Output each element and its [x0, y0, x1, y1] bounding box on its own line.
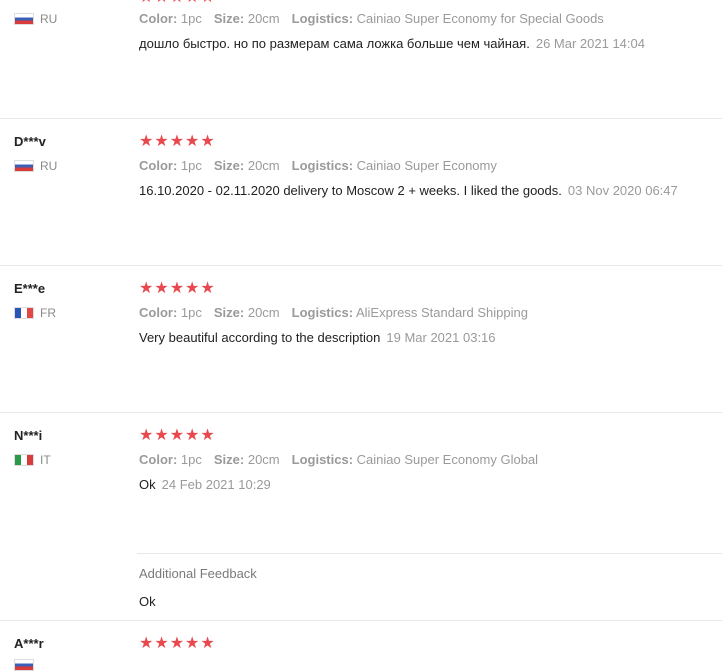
buyer-country: RU	[14, 12, 57, 26]
size-value: 20cm	[247, 452, 280, 467]
logistics-label: Logistics:	[291, 158, 354, 173]
france-flag-icon	[14, 307, 34, 319]
additional-feedback-divider	[137, 553, 722, 554]
rating-stars: ★★★★★	[139, 427, 216, 444]
color-value: 1pc	[180, 11, 202, 26]
buyer-country: FR	[14, 306, 56, 320]
color-value: 1pc	[180, 452, 202, 467]
color-label: Color:	[139, 158, 178, 173]
country-code: FR	[40, 306, 56, 320]
review-content: дошло быстро. но по размерам сама ложка …	[139, 36, 645, 51]
additional-feedback-title: Additional Feedback	[139, 566, 257, 581]
size-label: Size:	[213, 11, 245, 26]
review-text: 16.10.2020 - 02.11.2020 delivery to Mosc…	[139, 183, 562, 198]
review-content: Ok 24 Feb 2021 10:29	[139, 477, 271, 492]
flag-icon	[14, 659, 34, 671]
size-label: Size:	[213, 452, 245, 467]
review-text: дошло быстро. но по размерам сама ложка …	[139, 36, 530, 51]
sku-info: Color: 1pc Size: 20cm Logistics: AliExpres…	[139, 305, 528, 320]
review-time: 24 Feb 2021 10:29	[161, 477, 271, 492]
review-content: Very beautiful according to the descript…	[139, 330, 496, 345]
logistics-label: Logistics:	[291, 11, 354, 26]
color-label: Color:	[139, 305, 178, 320]
review-text: Ok	[139, 477, 156, 492]
logistics-value: Cainiao Super Economy Global	[356, 452, 539, 467]
size-label: Size:	[213, 158, 245, 173]
russia-flag-icon	[14, 160, 34, 172]
review-time: 03 Nov 2020 06:47	[567, 183, 678, 198]
color-value: 1pc	[180, 158, 202, 173]
buyer-name: D***v	[14, 134, 46, 149]
color-label: Color:	[139, 11, 178, 26]
review-time: 26 Mar 2021 14:04	[535, 36, 645, 51]
size-value: 20cm	[247, 158, 280, 173]
buyer-country: RU	[14, 159, 57, 173]
color-value: 1pc	[180, 305, 202, 320]
buyer-name: E***e	[14, 281, 46, 296]
rating-stars: ★★★★★	[139, 0, 216, 6]
buyer-name: N***i	[14, 428, 43, 443]
russia-flag-icon	[14, 13, 34, 25]
review-text: Very beautiful according to the descript…	[139, 330, 381, 345]
country-code: RU	[40, 159, 58, 173]
size-label: Size:	[213, 305, 245, 320]
size-value: 20cm	[247, 11, 280, 26]
sku-info: Color: 1pc Size: 20cm Logistics: Cainiao S…	[139, 452, 538, 467]
italy-flag-icon	[14, 454, 34, 466]
rating-stars: ★★★★★	[139, 133, 216, 150]
review-time: 19 Mar 2021 03:16	[386, 330, 496, 345]
country-code: RU	[40, 12, 58, 26]
logistics-value: Cainiao Super Economy	[356, 158, 497, 173]
color-label: Color:	[139, 452, 178, 467]
size-value: 20cm	[247, 305, 280, 320]
additional-feedback-text: Ok	[139, 594, 156, 609]
review-content: 16.10.2020 - 02.11.2020 delivery to Mosc…	[139, 183, 678, 198]
logistics-label: Logistics:	[291, 452, 354, 467]
buyer-name: A***r	[14, 636, 44, 651]
sku-info: Color: 1pc Size: 20cm Logistics: Cainiao S…	[139, 11, 604, 26]
review-divider	[0, 265, 722, 266]
buyer-country: IT	[14, 453, 51, 467]
logistics-value: AliExpress Standard Shipping	[355, 305, 528, 320]
rating-stars: ★★★★★	[139, 280, 216, 297]
rating-stars: ★★★★★	[139, 635, 216, 652]
logistics-value: Cainiao Super Economy for Special Goods	[356, 11, 604, 26]
buyer-country	[14, 659, 40, 671]
review-divider	[0, 620, 722, 621]
sku-info: Color: 1pc Size: 20cm Logistics: Cainiao S…	[139, 158, 497, 173]
logistics-label: Logistics:	[291, 305, 354, 320]
review-divider	[0, 412, 722, 413]
review-divider	[0, 118, 722, 119]
country-code: IT	[40, 453, 51, 467]
